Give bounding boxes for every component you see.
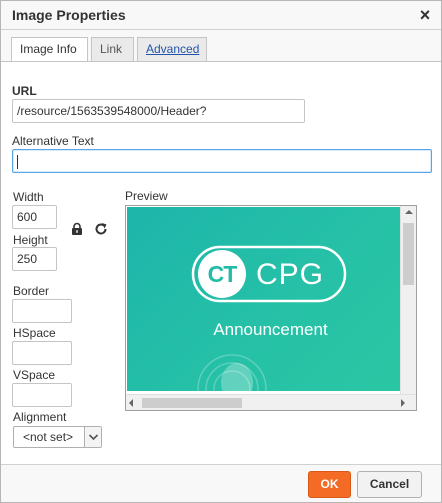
- logo-initials: CT: [207, 261, 238, 287]
- lock-icon[interactable]: [70, 222, 84, 236]
- scroll-up-icon[interactable]: [405, 210, 413, 214]
- close-icon[interactable]: ×: [415, 5, 435, 25]
- border-field[interactable]: [12, 299, 72, 323]
- tab-panel: URL /resource/1563539548000/Header? Alte…: [1, 61, 441, 464]
- alignment-label: Alignment: [13, 410, 67, 424]
- chevron-down-icon[interactable]: [84, 427, 101, 447]
- logo-text: CPG: [256, 258, 325, 291]
- dialog-title: Image Properties: [12, 7, 126, 23]
- alignment-selected-value: <not set>: [23, 430, 74, 444]
- hspace-field[interactable]: [12, 341, 72, 365]
- tab-link[interactable]: Link: [91, 37, 134, 62]
- preview-label: Preview: [125, 189, 168, 203]
- cancel-button[interactable]: Cancel: [357, 471, 422, 498]
- alignment-select[interactable]: <not set>: [13, 426, 102, 448]
- vspace-field[interactable]: [12, 383, 72, 407]
- alt-text-label: Alternative Text: [12, 134, 94, 148]
- vertical-scroll-thumb[interactable]: [403, 223, 414, 285]
- hspace-label: HSpace: [13, 326, 56, 340]
- ok-button[interactable]: OK: [308, 471, 351, 498]
- height-label: Height: [13, 233, 48, 247]
- preview-horizontal-scrollbar[interactable]: [126, 394, 416, 410]
- border-label: Border: [13, 284, 50, 298]
- text-caret: [17, 154, 18, 169]
- vspace-label: VSpace: [13, 368, 56, 382]
- announcement-text: Announcement: [213, 320, 328, 339]
- scroll-left-icon[interactable]: [129, 399, 133, 407]
- url-field[interactable]: /resource/1563539548000/Header?: [12, 99, 305, 123]
- scroll-right-icon[interactable]: [401, 399, 405, 407]
- height-field[interactable]: 250: [12, 247, 57, 271]
- image-properties-dialog: Image Properties × Image Info Link Advan…: [0, 0, 442, 503]
- tab-image-info[interactable]: Image Info: [11, 37, 88, 62]
- alt-text-field[interactable]: [12, 149, 432, 173]
- horizontal-scroll-thumb[interactable]: [142, 398, 242, 408]
- image-preview: CT CPG Announcement: [125, 205, 417, 411]
- url-label: URL: [12, 84, 37, 98]
- width-field[interactable]: 600: [12, 205, 57, 229]
- reset-size-icon[interactable]: [94, 222, 108, 236]
- dialog-footer: OK Cancel: [1, 464, 441, 502]
- preview-vertical-scrollbar[interactable]: [400, 206, 416, 394]
- tab-advanced[interactable]: Advanced: [137, 37, 207, 62]
- width-label: Width: [13, 190, 44, 204]
- preview-image: CT CPG Announcement: [127, 207, 414, 391]
- dialog-titlebar: Image Properties ×: [1, 1, 441, 30]
